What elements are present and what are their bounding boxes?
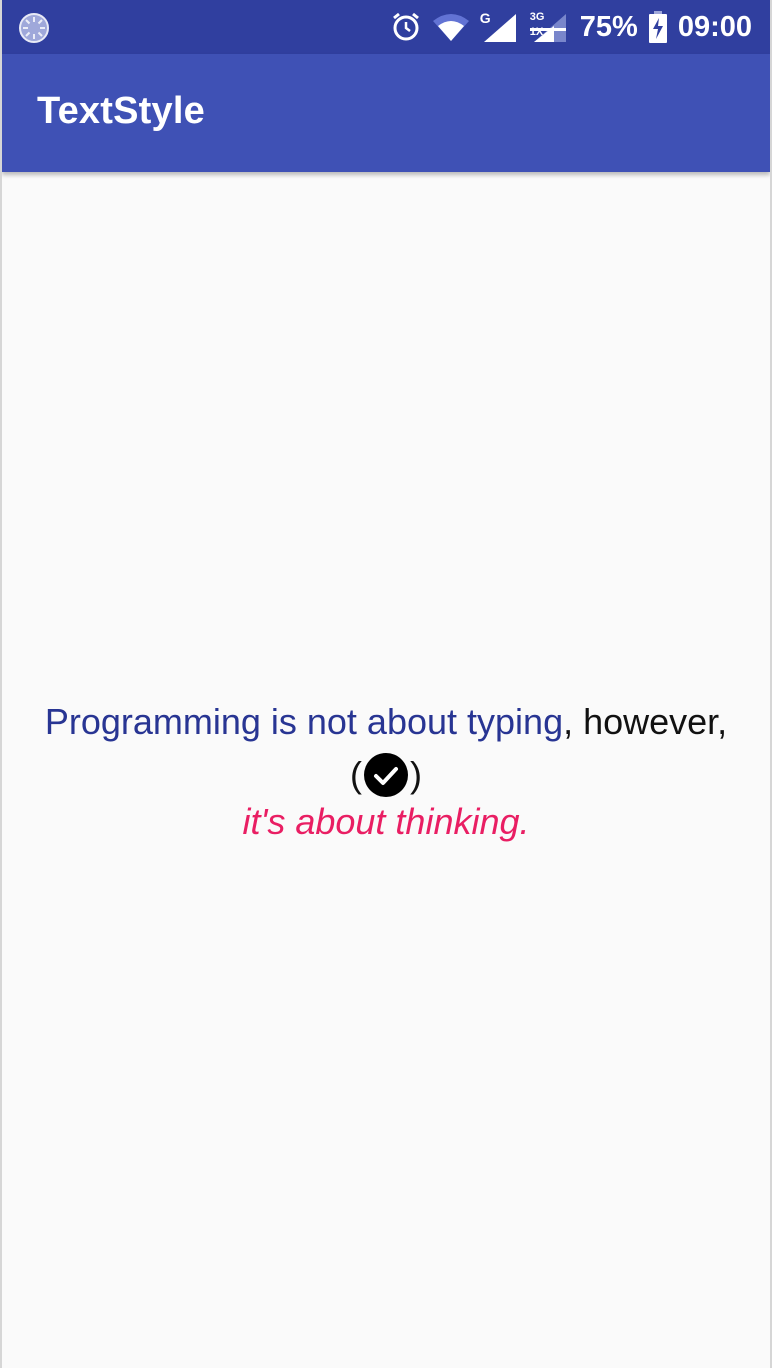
paren-close: ) bbox=[410, 754, 422, 795]
check-circle-icon bbox=[363, 752, 409, 798]
network-1x-label: 1X bbox=[529, 26, 544, 38]
styled-text-view: Programming is not about typing, however… bbox=[2, 696, 770, 846]
black-span: , however, bbox=[563, 701, 728, 742]
status-bar: G 3G 1X 75% 09:00 bbox=[2, 0, 770, 54]
network-3g-label: 3G bbox=[529, 11, 545, 23]
paren-open: ( bbox=[350, 754, 362, 795]
main-content: Programming is not about typing, however… bbox=[2, 172, 770, 1368]
clock: 09:00 bbox=[677, 10, 752, 43]
app-bar: TextStyle bbox=[2, 54, 770, 172]
styled-text-line-2: ( ) bbox=[2, 748, 770, 802]
wifi-icon bbox=[432, 12, 470, 42]
app-screen: G 3G 1X 75% 09:00 TextStyle Programming … bbox=[0, 0, 772, 1368]
loading-spinner-icon bbox=[18, 12, 50, 44]
pink-italic-span: it's about thinking. bbox=[242, 801, 530, 842]
app-title: TextStyle bbox=[37, 90, 205, 132]
styled-text-line-1: Programming is not about typing, however… bbox=[2, 696, 770, 748]
blue-span: Programming is not about typing bbox=[44, 701, 564, 742]
battery-percent: 75% bbox=[579, 10, 638, 43]
battery-charging-icon bbox=[648, 10, 668, 44]
status-icons: G 3G 1X 75% 09:00 bbox=[390, 0, 752, 54]
signal-3g-icon: 3G 1X bbox=[529, 10, 570, 44]
alarm-icon bbox=[390, 11, 422, 43]
signal-icon: G bbox=[480, 10, 520, 44]
